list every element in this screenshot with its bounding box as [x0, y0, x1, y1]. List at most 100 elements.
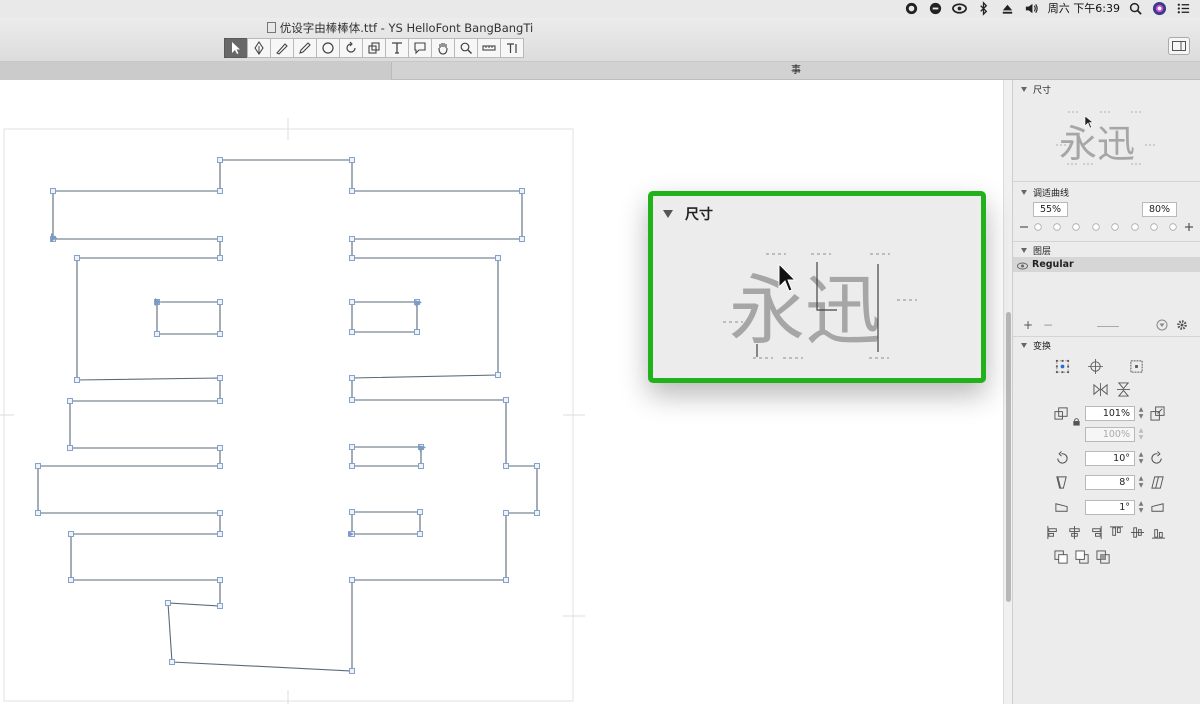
outline-node[interactable] — [503, 397, 509, 403]
outline-node[interactable] — [217, 331, 223, 337]
rotate-ccw-icon[interactable] — [1053, 450, 1069, 466]
dimensions-preview[interactable]: 永迅 — [1053, 106, 1163, 176]
outline-node[interactable] — [217, 157, 223, 163]
outline-node[interactable] — [217, 577, 223, 583]
transform-origin-box-icon[interactable] — [1054, 358, 1070, 374]
outline-node[interactable] — [503, 463, 509, 469]
skew-left-icon[interactable] — [1053, 499, 1069, 515]
slant-left-icon[interactable] — [1053, 474, 1069, 490]
outline-node[interactable] — [217, 603, 223, 609]
tab-glyph-edit[interactable]: 事 — [392, 62, 1200, 80]
outline-node[interactable] — [217, 299, 223, 305]
align-bottom-icon[interactable] — [1150, 524, 1166, 540]
outline-node[interactable] — [349, 299, 355, 305]
outline-node[interactable] — [349, 444, 355, 450]
hand-tool-button[interactable] — [431, 38, 455, 58]
menubar-clock[interactable]: 周六 下午6:39 — [1048, 0, 1120, 18]
outline-node[interactable] — [217, 398, 223, 404]
outline-node[interactable] — [519, 188, 525, 194]
add-layer-icon[interactable]: + — [1023, 318, 1033, 332]
scale-apply-icon[interactable] — [1149, 405, 1165, 421]
outline-node[interactable] — [165, 600, 171, 606]
outline-node[interactable] — [349, 329, 355, 335]
outline-node[interactable] — [349, 577, 355, 583]
transform-section-header[interactable]: 变换 — [1021, 339, 1051, 352]
rotate-stepper[interactable]: ▲ ▼ — [1137, 451, 1145, 466]
scrollbar-thumb[interactable] — [1006, 312, 1011, 602]
outline-node[interactable] — [217, 375, 223, 381]
glyph-outline-view[interactable] — [0, 80, 1003, 704]
app-menu-icon[interactable] — [928, 1, 944, 17]
outline-node[interactable] — [417, 531, 423, 537]
outline-node[interactable] — [417, 509, 423, 515]
canvas-scrollbar[interactable] — [1003, 80, 1012, 704]
kerning-tool-button[interactable] — [500, 38, 524, 58]
outline-node[interactable] — [50, 188, 56, 194]
plus-icon[interactable] — [1185, 223, 1193, 231]
lock-icon[interactable] — [1071, 416, 1081, 426]
rotate-tool-button[interactable] — [339, 38, 363, 58]
outline-node[interactable] — [217, 463, 223, 469]
nvidia-icon[interactable] — [951, 1, 968, 17]
pencil-tool-button[interactable] — [293, 38, 317, 58]
zoom-tool-button[interactable] — [454, 38, 478, 58]
outline-node[interactable] — [68, 577, 74, 583]
scale-icon[interactable] — [1053, 405, 1069, 421]
notification-center-icon[interactable] — [1176, 1, 1192, 17]
rotate-cw-icon[interactable] — [1149, 450, 1165, 466]
outline-node[interactable] — [74, 377, 80, 383]
outline-node[interactable] — [495, 255, 501, 261]
outline-node[interactable] — [349, 157, 355, 163]
spotlight-icon[interactable] — [1128, 1, 1144, 17]
outline-node[interactable] — [495, 372, 501, 378]
scale-input[interactable]: 101% — [1085, 406, 1135, 421]
outline-node[interactable] — [154, 331, 160, 337]
curvature-min-input[interactable]: 55% — [1033, 202, 1068, 217]
outline-node[interactable] — [414, 329, 420, 335]
draw-tool-button[interactable] — [247, 38, 271, 58]
outline-node[interactable] — [534, 463, 540, 469]
text-tool-button[interactable] — [385, 38, 409, 58]
outline-node[interactable] — [349, 236, 355, 242]
subtract-icon[interactable] — [1074, 549, 1090, 565]
outline-node[interactable] — [349, 397, 355, 403]
union-icon[interactable] — [1053, 549, 1069, 565]
outline-node[interactable] — [503, 510, 509, 516]
slant-input[interactable]: 8° — [1085, 475, 1135, 490]
outline-node[interactable] — [35, 463, 41, 469]
skew-right-icon[interactable] — [1149, 499, 1165, 515]
outline-node[interactable] — [169, 659, 175, 665]
curvature-section-header[interactable]: 调适曲线 — [1021, 186, 1069, 199]
outline-node[interactable] — [35, 510, 41, 516]
sidebar-toggle-button[interactable] — [1168, 37, 1190, 55]
align-top-icon[interactable] — [1108, 524, 1124, 540]
skew-stepper[interactable]: ▲ ▼ — [1137, 500, 1145, 515]
pen-tool-button[interactable] — [270, 38, 294, 58]
outline-node[interactable] — [349, 188, 355, 194]
annotation-tool-button[interactable] — [408, 38, 432, 58]
measure-tool-button[interactable] — [477, 38, 501, 58]
outline-node[interactable] — [349, 463, 355, 469]
transform-origin-center-icon[interactable] — [1128, 358, 1144, 374]
outline-node[interactable] — [217, 510, 223, 516]
flip-vertical-icon[interactable] — [1115, 381, 1131, 397]
filter-icon[interactable] — [1156, 319, 1168, 334]
primitives-tool-button[interactable] — [316, 38, 340, 58]
glyph-canvas[interactable] — [0, 80, 1003, 704]
eject-icon[interactable] — [1000, 1, 1016, 17]
rotate-input[interactable]: 10° — [1085, 451, 1135, 466]
gear-icon[interactable] — [1176, 319, 1188, 334]
outline-node[interactable] — [503, 577, 509, 583]
curvature-slider[interactable] — [1017, 221, 1197, 233]
scale-vertical-input[interactable]: 100% — [1085, 427, 1135, 442]
layer-resize-handle[interactable] — [1097, 326, 1119, 327]
outline-node[interactable] — [349, 509, 355, 515]
outline-node[interactable] — [418, 463, 424, 469]
outline-nodes[interactable] — [35, 157, 540, 674]
outline-node[interactable] — [67, 445, 73, 451]
outline-node[interactable] — [217, 445, 223, 451]
slant-stepper[interactable]: ▲ ▼ — [1137, 475, 1145, 490]
intersect-icon[interactable] — [1095, 549, 1111, 565]
remove-layer-icon[interactable]: − — [1043, 318, 1053, 332]
flip-horizontal-icon[interactable] — [1092, 381, 1108, 397]
